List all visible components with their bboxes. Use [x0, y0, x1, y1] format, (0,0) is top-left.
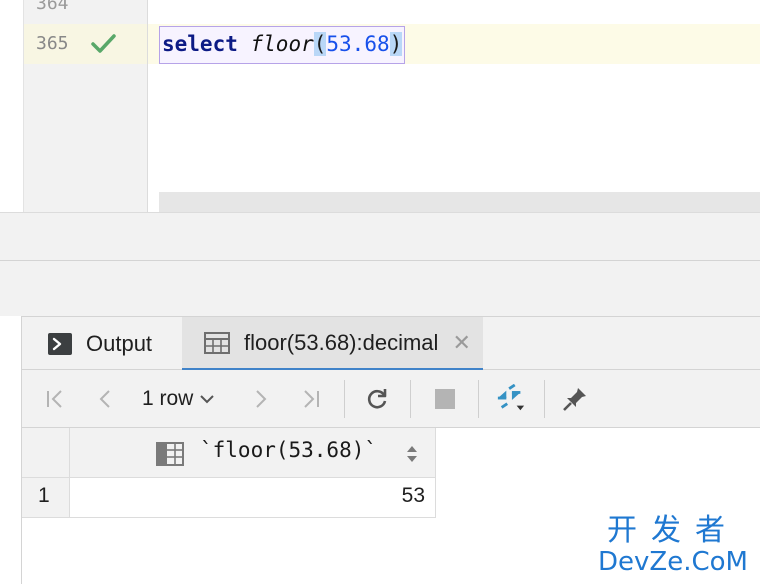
executed-check-icon[interactable] [90, 32, 118, 56]
services-panel-header [0, 260, 760, 316]
close-paren: ) [389, 32, 403, 56]
tab-result-label: floor(53.68):decimal [244, 329, 439, 355]
open-paren: ( [313, 32, 327, 56]
line-number-current: 365 [36, 33, 69, 54]
horizontal-scrollbar[interactable] [159, 192, 760, 212]
function-name: floor [250, 32, 314, 56]
console-icon [48, 332, 72, 355]
sql-editor[interactable]: 364 365 select floor(53.68) [0, 0, 760, 212]
toolbar-separator [344, 380, 345, 418]
editor-bottom-panel [0, 212, 760, 260]
rows-count-label: 1 row [142, 387, 194, 410]
watermark-logo: 开发者 DevZe.CoM [598, 513, 748, 577]
next-page-icon[interactable] [246, 384, 276, 414]
pin-icon[interactable] [560, 384, 590, 414]
keyword-select: select [162, 32, 238, 56]
stop-icon[interactable] [430, 384, 460, 414]
results-left-strip [0, 316, 22, 584]
tab-result-floor[interactable]: floor(53.68):decimal ✕ [182, 317, 483, 371]
sql-statement[interactable]: select floor(53.68) [159, 26, 406, 64]
toolbar-separator [478, 380, 479, 418]
refresh-icon[interactable] [362, 384, 392, 414]
watermark-en: DevZe.CoM [598, 547, 748, 577]
tab-output-label: Output [86, 330, 153, 356]
line-number-prev: 364 [36, 0, 69, 14]
previous-page-icon[interactable] [90, 384, 120, 414]
last-page-icon[interactable] [296, 384, 326, 414]
column-header[interactable]: `floor(53.68)` [70, 428, 436, 478]
toolbar-separator [410, 380, 411, 418]
tab-output[interactable]: Output [48, 317, 152, 370]
compare-icon[interactable] [496, 384, 526, 414]
results-tab-bar: Output floor(53.68):decimal ✕ [0, 316, 760, 371]
close-tab-icon[interactable]: ✕ [452, 330, 470, 356]
column-icon [156, 442, 184, 470]
chevron-down-icon [199, 387, 215, 411]
table-icon [204, 331, 230, 354]
row-number: 1 [22, 478, 70, 518]
first-page-icon[interactable] [40, 384, 70, 414]
watermark-cn: 开发者 [607, 513, 739, 548]
grid-corner [22, 428, 70, 478]
toolbar-separator [544, 380, 545, 418]
column-header-label: `floor(53.68)` [200, 438, 378, 462]
sort-icon[interactable] [406, 445, 418, 467]
results-toolbar: 1 row [22, 370, 760, 428]
table-cell[interactable]: 53 [70, 478, 436, 518]
rows-count-select[interactable]: 1 row [142, 384, 215, 414]
numeric-argument: 53.68 [326, 32, 390, 56]
